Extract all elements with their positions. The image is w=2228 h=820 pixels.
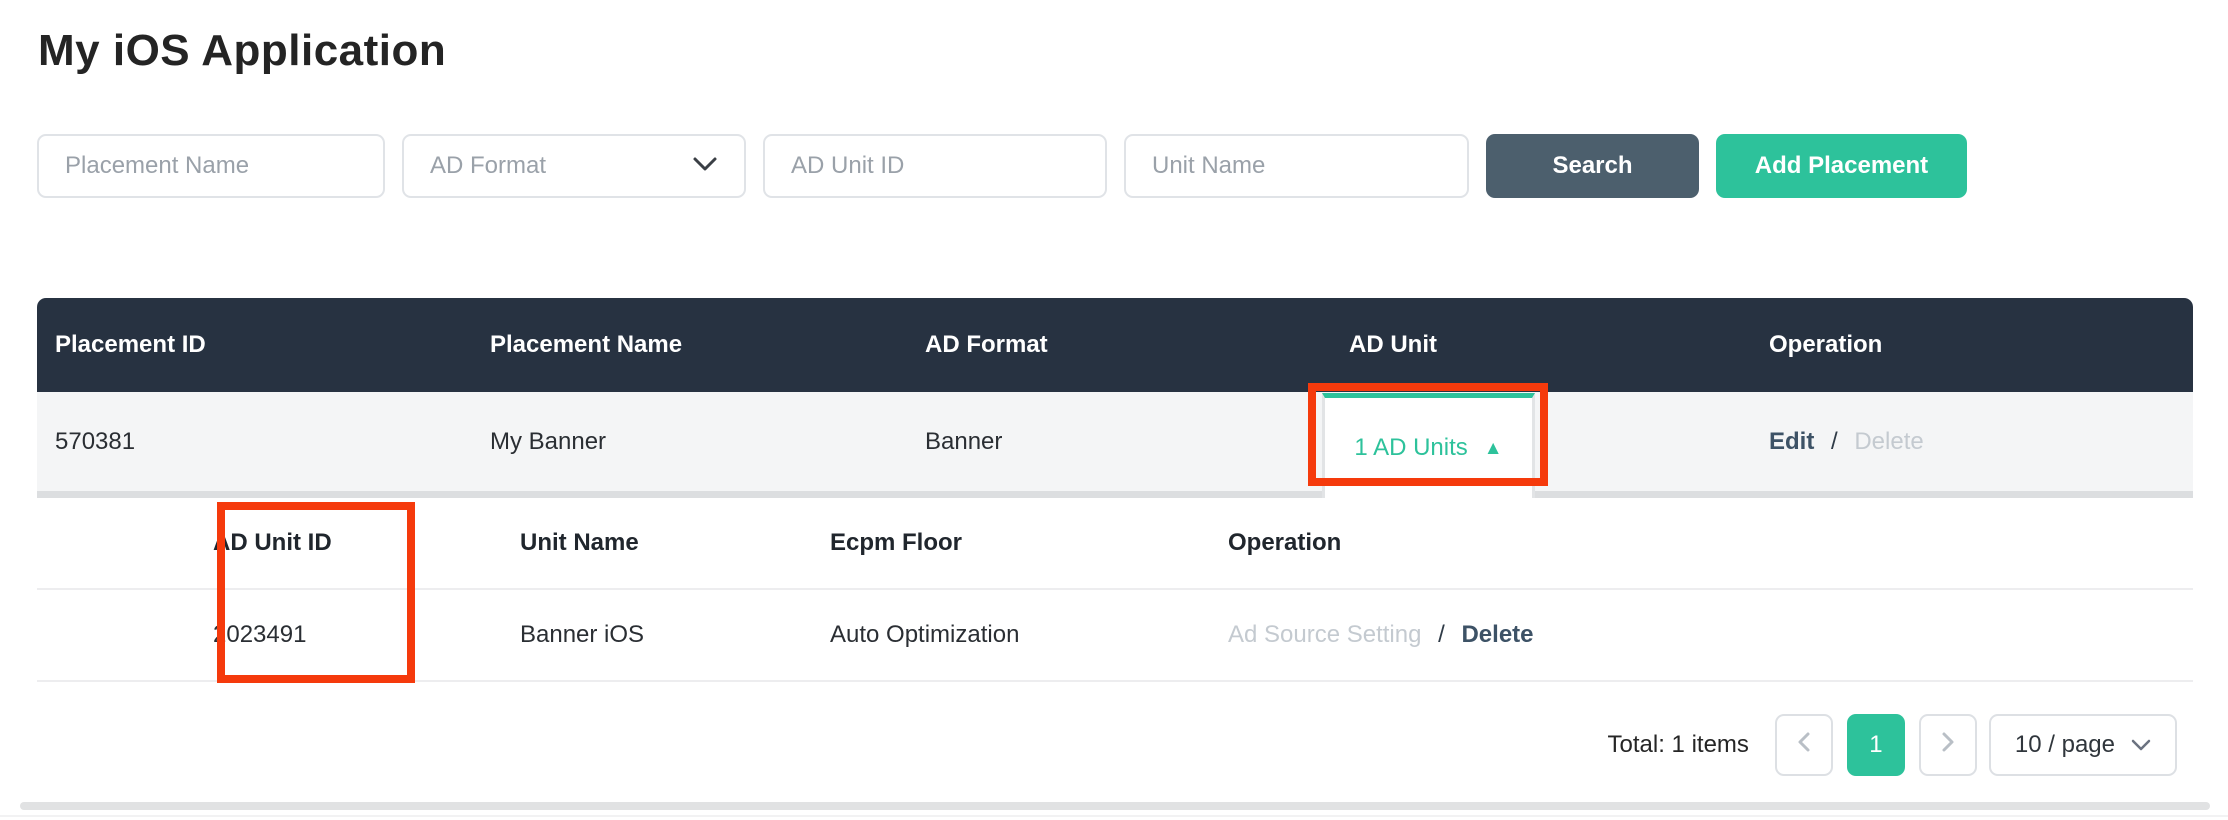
ad-unit-id-input[interactable]: [763, 134, 1107, 198]
chevron-down-icon: [692, 156, 718, 177]
header-ad-unit: AD Unit: [1349, 331, 1769, 359]
header-operation: Operation: [1769, 331, 2193, 359]
next-page-button[interactable]: [1919, 714, 1977, 776]
ecpm-floor-value: Auto Optimization: [830, 621, 1228, 649]
operation-separator: /: [1831, 428, 1838, 455]
prev-page-button[interactable]: [1775, 714, 1833, 776]
placement-id-value: 570381: [37, 428, 490, 456]
search-button[interactable]: Search: [1486, 134, 1699, 198]
unit-name-input[interactable]: [1124, 134, 1469, 198]
chevron-left-icon: [1797, 731, 1811, 760]
add-placement-button[interactable]: Add Placement: [1716, 134, 1967, 198]
page-size-value: 10 / page: [2015, 731, 2115, 759]
placement-management-page: My iOS Application AD Format Search Add …: [0, 0, 2228, 820]
placement-name-value: My Banner: [490, 428, 925, 456]
pagination: Total: 1 items 1 10 / page: [1608, 714, 2177, 776]
page-1-button[interactable]: 1: [1847, 714, 1905, 776]
ad-format-select-value: AD Format: [430, 152, 546, 180]
page-bottom-divider: [0, 815, 2228, 817]
table-row: 570381 My Banner Banner Edit / Delete: [37, 392, 2193, 498]
placement-name-input[interactable]: [37, 134, 385, 198]
page-size-select[interactable]: 10 / page: [1989, 714, 2177, 776]
chevron-down-icon: [2131, 731, 2151, 759]
chevron-right-icon: [1941, 731, 1955, 760]
sub-header-ecpm-floor: Ecpm Floor: [830, 529, 1228, 557]
unit-name-value: Banner iOS: [520, 621, 830, 649]
placements-table-header: Placement ID Placement Name AD Format AD…: [37, 298, 2193, 392]
sub-operation-separator: /: [1438, 621, 1445, 648]
ad-format-value: Banner: [925, 428, 1349, 456]
header-ad-format: AD Format: [925, 331, 1349, 359]
ad-format-select[interactable]: AD Format: [402, 134, 746, 198]
ad-source-setting-link[interactable]: Ad Source Setting: [1228, 621, 1421, 648]
header-placement-id: Placement ID: [37, 331, 490, 359]
annotation-box-ad-unit-id: [217, 502, 415, 683]
delete-link[interactable]: Delete: [1854, 428, 1923, 455]
operation-cell: Edit / Delete: [1769, 428, 2193, 456]
page-title: My iOS Application: [38, 26, 446, 76]
header-placement-name: Placement Name: [490, 331, 925, 359]
edit-link[interactable]: Edit: [1769, 428, 1814, 455]
sub-header-operation: Operation: [1228, 529, 2193, 557]
sub-delete-link[interactable]: Delete: [1461, 621, 1533, 648]
annotation-box-ad-units: [1308, 383, 1548, 486]
pagination-total: Total: 1 items: [1608, 731, 1749, 759]
filter-bar: AD Format Search Add Placement: [37, 134, 1967, 198]
sub-header-unit-name: Unit Name: [520, 529, 830, 557]
horizontal-scrollbar[interactable]: [20, 802, 2210, 810]
sub-operation-cell: Ad Source Setting / Delete: [1228, 621, 2193, 649]
